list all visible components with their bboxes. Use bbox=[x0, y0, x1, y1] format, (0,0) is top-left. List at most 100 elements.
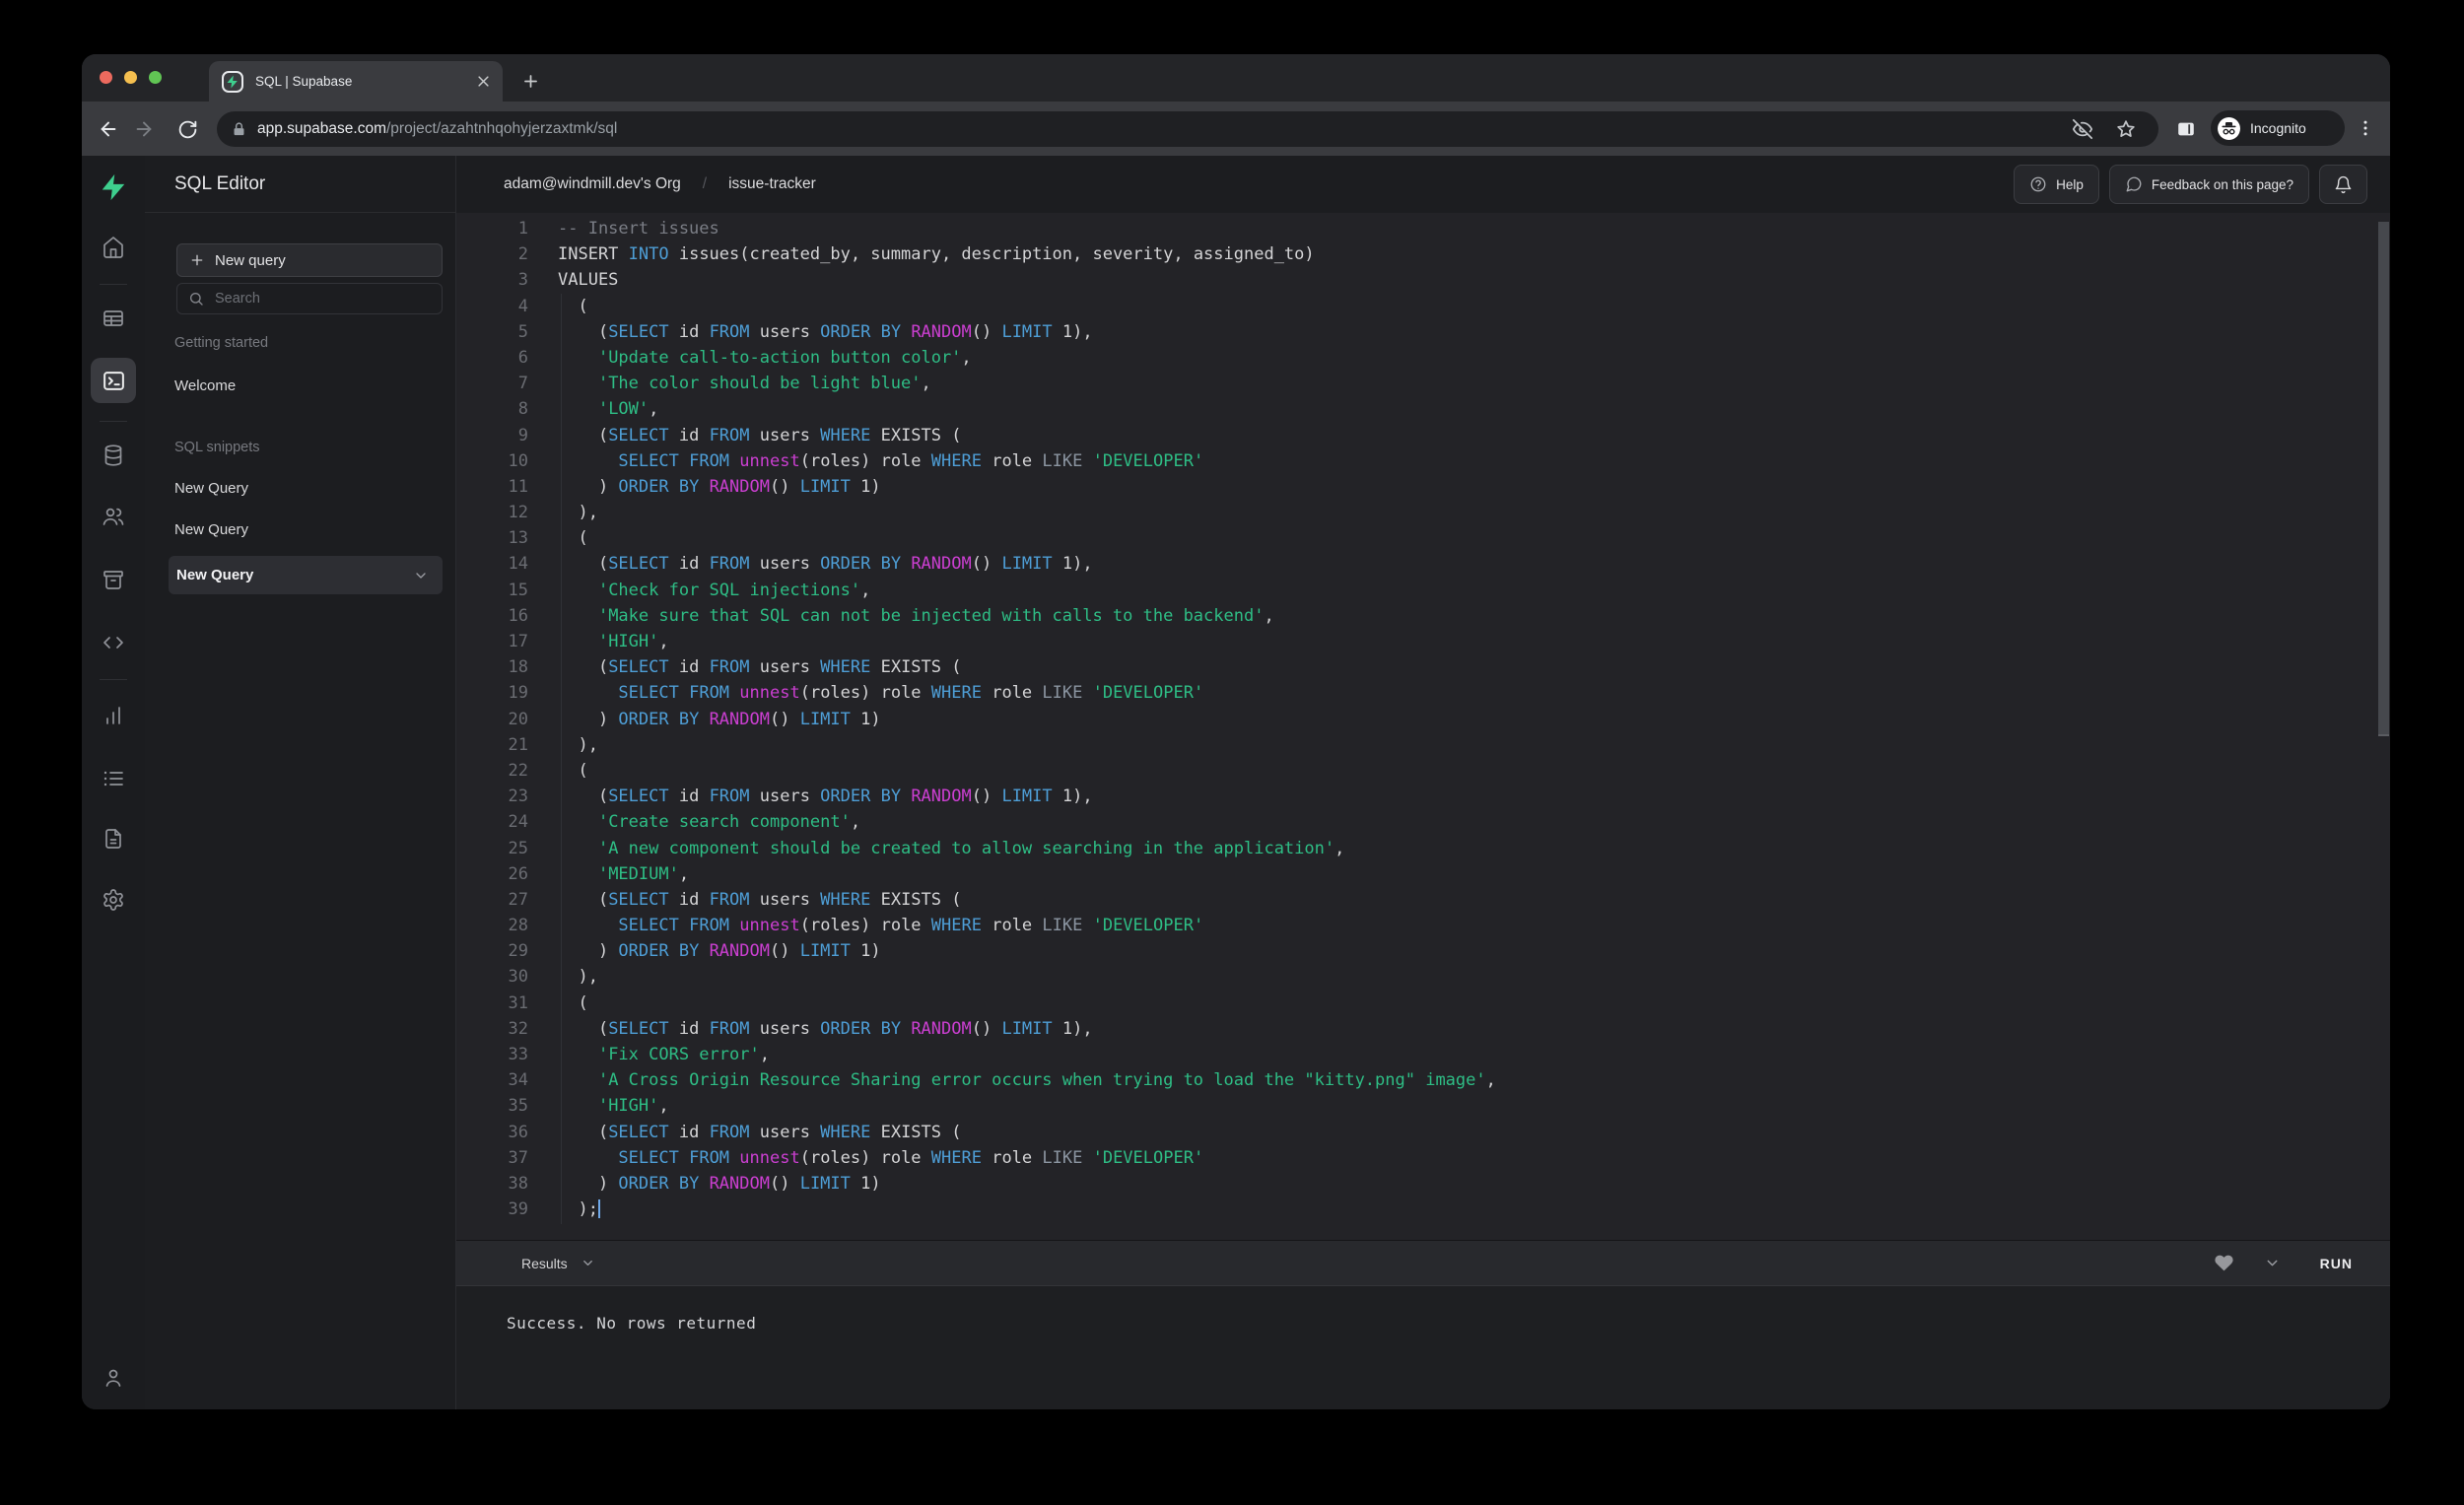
new-query-button[interactable]: New query bbox=[176, 243, 443, 277]
editor-scrollbar[interactable] bbox=[2378, 222, 2389, 736]
database-icon[interactable] bbox=[91, 433, 136, 478]
url-bar[interactable]: app.supabase.com/project/azahtnhqohyjerz… bbox=[217, 111, 2158, 147]
code-line: 4 ( bbox=[456, 294, 2390, 319]
query-status-message: Success. No rows returned bbox=[507, 1314, 757, 1333]
main-area: adam@windmill.dev's Org / issue-tracker … bbox=[456, 156, 2390, 1409]
sidebar-item-welcome[interactable]: Welcome bbox=[174, 377, 236, 394]
line-number: 37 bbox=[508, 1147, 528, 1168]
auth-users-icon[interactable] bbox=[91, 494, 136, 539]
run-button[interactable]: RUN bbox=[2310, 1250, 2362, 1277]
line-number: 5 bbox=[517, 321, 528, 342]
code-line: 1 -- Insert issues bbox=[456, 216, 2390, 241]
incognito-badge: Incognito bbox=[2211, 110, 2345, 146]
line-number: 30 bbox=[508, 967, 528, 988]
code-line: 11 ) ORDER BY RANDOM() LIMIT 1) bbox=[456, 474, 2390, 500]
reload-icon[interactable] bbox=[172, 114, 202, 144]
tab-strip: SQL | Supabase bbox=[82, 54, 2390, 102]
search-icon bbox=[188, 291, 204, 307]
code-line: 24 'Create search component', bbox=[456, 809, 2390, 835]
breadcrumb-project[interactable]: issue-tracker bbox=[728, 175, 816, 193]
code-line: 32 (SELECT id FROM users ORDER BY RANDOM… bbox=[456, 1016, 2390, 1042]
help-circle-icon bbox=[2029, 175, 2047, 193]
text-cursor bbox=[597, 1199, 600, 1219]
code-line: 29 ) ORDER BY RANDOM() LIMIT 1) bbox=[456, 938, 2390, 964]
traffic-light-zoom-icon[interactable] bbox=[149, 71, 162, 84]
sql-editor-panel: SQL Editor New query Getting started Wel… bbox=[145, 156, 456, 1409]
logs-icon[interactable] bbox=[91, 756, 136, 801]
line-number: 17 bbox=[508, 632, 528, 651]
supabase-logo-icon[interactable] bbox=[91, 165, 136, 210]
code-line: 39 ); bbox=[456, 1197, 2390, 1222]
search-input[interactable] bbox=[213, 290, 414, 308]
api-docs-icon[interactable] bbox=[91, 816, 136, 861]
home-icon[interactable] bbox=[91, 225, 136, 270]
back-icon[interactable] bbox=[94, 114, 123, 144]
code-line: 31 ( bbox=[456, 991, 2390, 1016]
edge-functions-icon[interactable] bbox=[91, 620, 136, 665]
notifications-button[interactable] bbox=[2319, 165, 2367, 204]
sidebar-item-new-query-2[interactable]: New Query bbox=[174, 521, 248, 538]
storage-icon[interactable] bbox=[91, 557, 136, 602]
code-line: 21 ), bbox=[456, 732, 2390, 758]
tab-title: SQL | Supabase bbox=[255, 74, 353, 89]
chevron-down-icon[interactable] bbox=[413, 568, 429, 583]
run-options-chevron-icon[interactable] bbox=[2264, 1255, 2281, 1271]
settings-gear-icon[interactable] bbox=[91, 877, 136, 923]
help-button[interactable]: Help bbox=[2014, 165, 2099, 204]
reports-icon[interactable] bbox=[91, 693, 136, 738]
line-number: 11 bbox=[508, 476, 528, 497]
traffic-light-minimize-icon[interactable] bbox=[124, 71, 137, 84]
line-number: 16 bbox=[508, 605, 528, 626]
line-number: 14 bbox=[508, 554, 528, 575]
code-line: 5 (SELECT id FROM users ORDER BY RANDOM(… bbox=[456, 319, 2390, 345]
breadcrumb-org[interactable]: adam@windmill.dev's Org bbox=[504, 175, 681, 193]
code-line: 15 'Check for SQL injections', bbox=[456, 578, 2390, 603]
panel-header: SQL Editor bbox=[145, 156, 455, 213]
new-tab-icon[interactable] bbox=[516, 67, 544, 95]
browser-toolbar: app.supabase.com/project/azahtnhqohyjerz… bbox=[82, 102, 2390, 156]
line-number: 35 bbox=[508, 1096, 528, 1117]
code-line: 20 ) ORDER BY RANDOM() LIMIT 1) bbox=[456, 707, 2390, 732]
code-line: 14 (SELECT id FROM users ORDER BY RANDOM… bbox=[456, 551, 2390, 577]
breadcrumb-separator: / bbox=[702, 175, 708, 192]
forward-icon[interactable] bbox=[129, 114, 159, 144]
sidebar-item-new-query-selected[interactable]: New Query bbox=[169, 556, 443, 594]
line-number: 21 bbox=[508, 734, 528, 755]
favorite-heart-icon[interactable] bbox=[2214, 1253, 2234, 1273]
traffic-light-close-icon[interactable] bbox=[100, 71, 112, 84]
code-line: 36 (SELECT id FROM users WHERE EXISTS ( bbox=[456, 1120, 2390, 1145]
line-number: 36 bbox=[508, 1122, 528, 1142]
results-content: Success. No rows returned bbox=[456, 1286, 2390, 1409]
browser-tab[interactable]: SQL | Supabase bbox=[209, 61, 503, 102]
eye-off-icon[interactable] bbox=[2072, 118, 2093, 140]
browser-menu-icon[interactable] bbox=[2351, 113, 2380, 143]
section-label-sql-snippets: SQL snippets bbox=[174, 440, 260, 455]
code-line: 22 ( bbox=[456, 758, 2390, 784]
code-line: 25 'A new component should be created to… bbox=[456, 836, 2390, 861]
line-number: 29 bbox=[508, 941, 528, 962]
url-text: app.supabase.com/project/azahtnhqohyjerz… bbox=[257, 120, 618, 137]
sql-editor-icon[interactable] bbox=[91, 358, 136, 403]
section-label-getting-started: Getting started bbox=[174, 335, 269, 351]
incognito-label: Incognito bbox=[2250, 120, 2306, 136]
code-line: 18 (SELECT id FROM users WHERE EXISTS ( bbox=[456, 654, 2390, 680]
line-number: 31 bbox=[508, 992, 528, 1013]
account-user-icon[interactable] bbox=[91, 1355, 136, 1401]
table-editor-icon[interactable] bbox=[91, 296, 136, 341]
bookmark-star-icon[interactable] bbox=[2115, 118, 2137, 140]
feedback-button[interactable]: Feedback on this page? bbox=[2108, 165, 2309, 204]
code-line: 33 'Fix CORS error', bbox=[456, 1042, 2390, 1067]
supabase-app: SQL Editor New query Getting started Wel… bbox=[82, 156, 2390, 1409]
line-number: 8 bbox=[517, 399, 528, 420]
results-dropdown[interactable]: Results bbox=[521, 1256, 595, 1271]
tab-close-icon[interactable] bbox=[476, 74, 491, 89]
line-number: 20 bbox=[508, 709, 528, 729]
sidebar-item-new-query-1[interactable]: New Query bbox=[174, 480, 248, 497]
sql-code-editor[interactable]: 1 -- Insert issues 2 INSERT INTO issues(cre… bbox=[456, 213, 2390, 1240]
results-bar: Results RUN bbox=[456, 1240, 2390, 1286]
code-line: 6 'Update call-to-action button color', bbox=[456, 345, 2390, 371]
line-number: 33 bbox=[508, 1045, 528, 1064]
code-line: 34 'A Cross Origin Resource Sharing erro… bbox=[456, 1067, 2390, 1093]
line-number: 38 bbox=[508, 1173, 528, 1194]
side-panel-icon[interactable] bbox=[2171, 114, 2201, 144]
